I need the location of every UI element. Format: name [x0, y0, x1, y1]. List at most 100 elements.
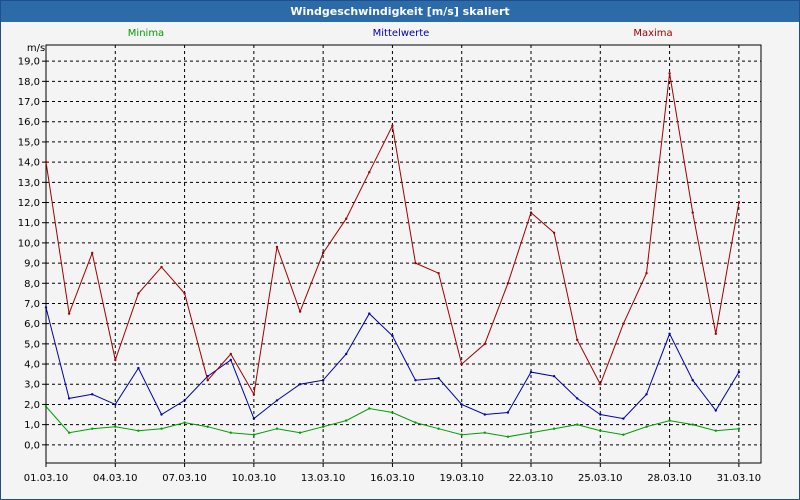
- data-point: [321, 379, 325, 382]
- data-point: [599, 413, 602, 416]
- y-tick-label: 8,0: [24, 279, 40, 290]
- x-axis-ticks: 01.03.10 04.03.10 07.03.10 10.03.10 13.03.10…: [24, 463, 761, 484]
- data-point: [44, 160, 48, 164]
- data-point: [668, 72, 671, 75]
- data-point: [44, 306, 48, 309]
- data-point: [737, 201, 741, 204]
- data-point: [252, 393, 256, 396]
- data-point: [275, 427, 279, 430]
- data-point: [529, 211, 533, 214]
- data-point: [114, 358, 117, 362]
- data-point: [298, 383, 302, 386]
- data-point: [183, 421, 186, 424]
- data-point: [252, 433, 256, 436]
- data-point: [345, 352, 348, 356]
- data-point: [576, 397, 579, 400]
- data-point: [137, 292, 140, 295]
- data-point: [391, 334, 394, 337]
- data-point: [483, 413, 486, 416]
- data-point: [160, 265, 163, 269]
- data-point: [414, 421, 417, 424]
- y-tick-label: 3,0: [24, 380, 40, 391]
- data-point: [67, 312, 71, 315]
- data-point: [183, 292, 186, 295]
- data-point: [414, 379, 417, 382]
- data-point: [483, 342, 486, 346]
- data-point: [506, 411, 510, 414]
- data-point: [529, 431, 533, 434]
- data-point: [645, 393, 648, 396]
- data-point: [552, 427, 556, 430]
- data-point: [160, 427, 163, 430]
- x-tick-label: 01.03.10: [24, 473, 69, 484]
- data-point: [737, 370, 741, 374]
- data-point: [321, 251, 325, 255]
- data-point: [668, 332, 671, 335]
- legend-minima: Minima: [128, 28, 164, 39]
- y-tick-label: 0,0: [24, 440, 40, 451]
- data-point: [714, 409, 717, 412]
- data-point: [645, 272, 648, 275]
- data-point: [368, 407, 371, 410]
- y-tick-label: 1,0: [24, 420, 40, 431]
- data-point: [91, 251, 94, 255]
- data-point: [114, 425, 117, 428]
- y-tick-label: 12,0: [18, 198, 40, 209]
- data-point: [229, 358, 232, 362]
- x-tick-label: 19.03.10: [439, 473, 484, 484]
- data-point: [67, 431, 71, 434]
- y-tick-label: 14,0: [18, 158, 40, 169]
- x-tick-label: 16.03.10: [370, 473, 415, 484]
- x-tick-label: 10.03.10: [232, 473, 277, 484]
- data-point: [114, 403, 117, 406]
- data-point: [737, 427, 741, 430]
- x-tick-label: 07.03.10: [162, 473, 207, 484]
- y-tick-label: 10,0: [18, 238, 40, 249]
- data-point: [576, 423, 579, 426]
- data-point: [437, 272, 440, 275]
- data-point: [206, 425, 209, 428]
- y-tick-label: 7,0: [24, 299, 40, 310]
- y-axis-ticks: 0,0 1,0 2,0 3,0 4,0 5,0 6,0 7,0 8,0 9,0 10,0 11,0 12…: [18, 57, 46, 451]
- data-point: [44, 405, 48, 408]
- data-point: [529, 370, 533, 374]
- data-point: [275, 399, 279, 402]
- data-point: [368, 312, 371, 315]
- data-point: [622, 322, 625, 325]
- x-tick-label: 22.03.10: [509, 473, 554, 484]
- data-point: [183, 399, 186, 402]
- chart-svg: 0,0 1,0 2,0 3,0 4,0 5,0 6,0 7,0 8,0 9,0 10,0 11,0 12…: [18, 28, 762, 484]
- data-point: [298, 310, 302, 313]
- data-point: [483, 431, 486, 434]
- data-point: [414, 261, 417, 265]
- y-tick-label: 15,0: [18, 137, 40, 148]
- data-point: [275, 245, 279, 249]
- data-point: [67, 397, 71, 400]
- x-tick-label: 04.03.10: [93, 473, 138, 484]
- data-point: [91, 427, 94, 430]
- data-point: [691, 379, 694, 382]
- data-point: [506, 282, 510, 285]
- data-point: [91, 393, 94, 396]
- chart-title: Windgeschwindigkeit [m/s] skaliert: [1, 1, 799, 22]
- y-tick-label: 11,0: [18, 218, 40, 229]
- data-point: [552, 231, 556, 234]
- data-point: [460, 362, 463, 366]
- x-tick-label: 28.03.10: [647, 473, 692, 484]
- y-tick-label: 19,0: [18, 57, 40, 68]
- data-point: [345, 217, 348, 220]
- data-point: [645, 425, 648, 428]
- data-point: [437, 427, 440, 430]
- data-point: [391, 124, 394, 128]
- data-point: [552, 375, 556, 378]
- y-tick-label: 5,0: [24, 339, 40, 350]
- y-tick-label: 18,0: [18, 77, 40, 88]
- data-point: [599, 383, 602, 386]
- data-point: [321, 425, 325, 428]
- data-point: [599, 429, 602, 432]
- y-tick-label: 13,0: [18, 178, 40, 189]
- data-point: [229, 352, 232, 356]
- y-tick-label: 6,0: [24, 319, 40, 330]
- data-point: [137, 429, 140, 432]
- legend-mittelwerte: Mittelwerte: [373, 28, 430, 39]
